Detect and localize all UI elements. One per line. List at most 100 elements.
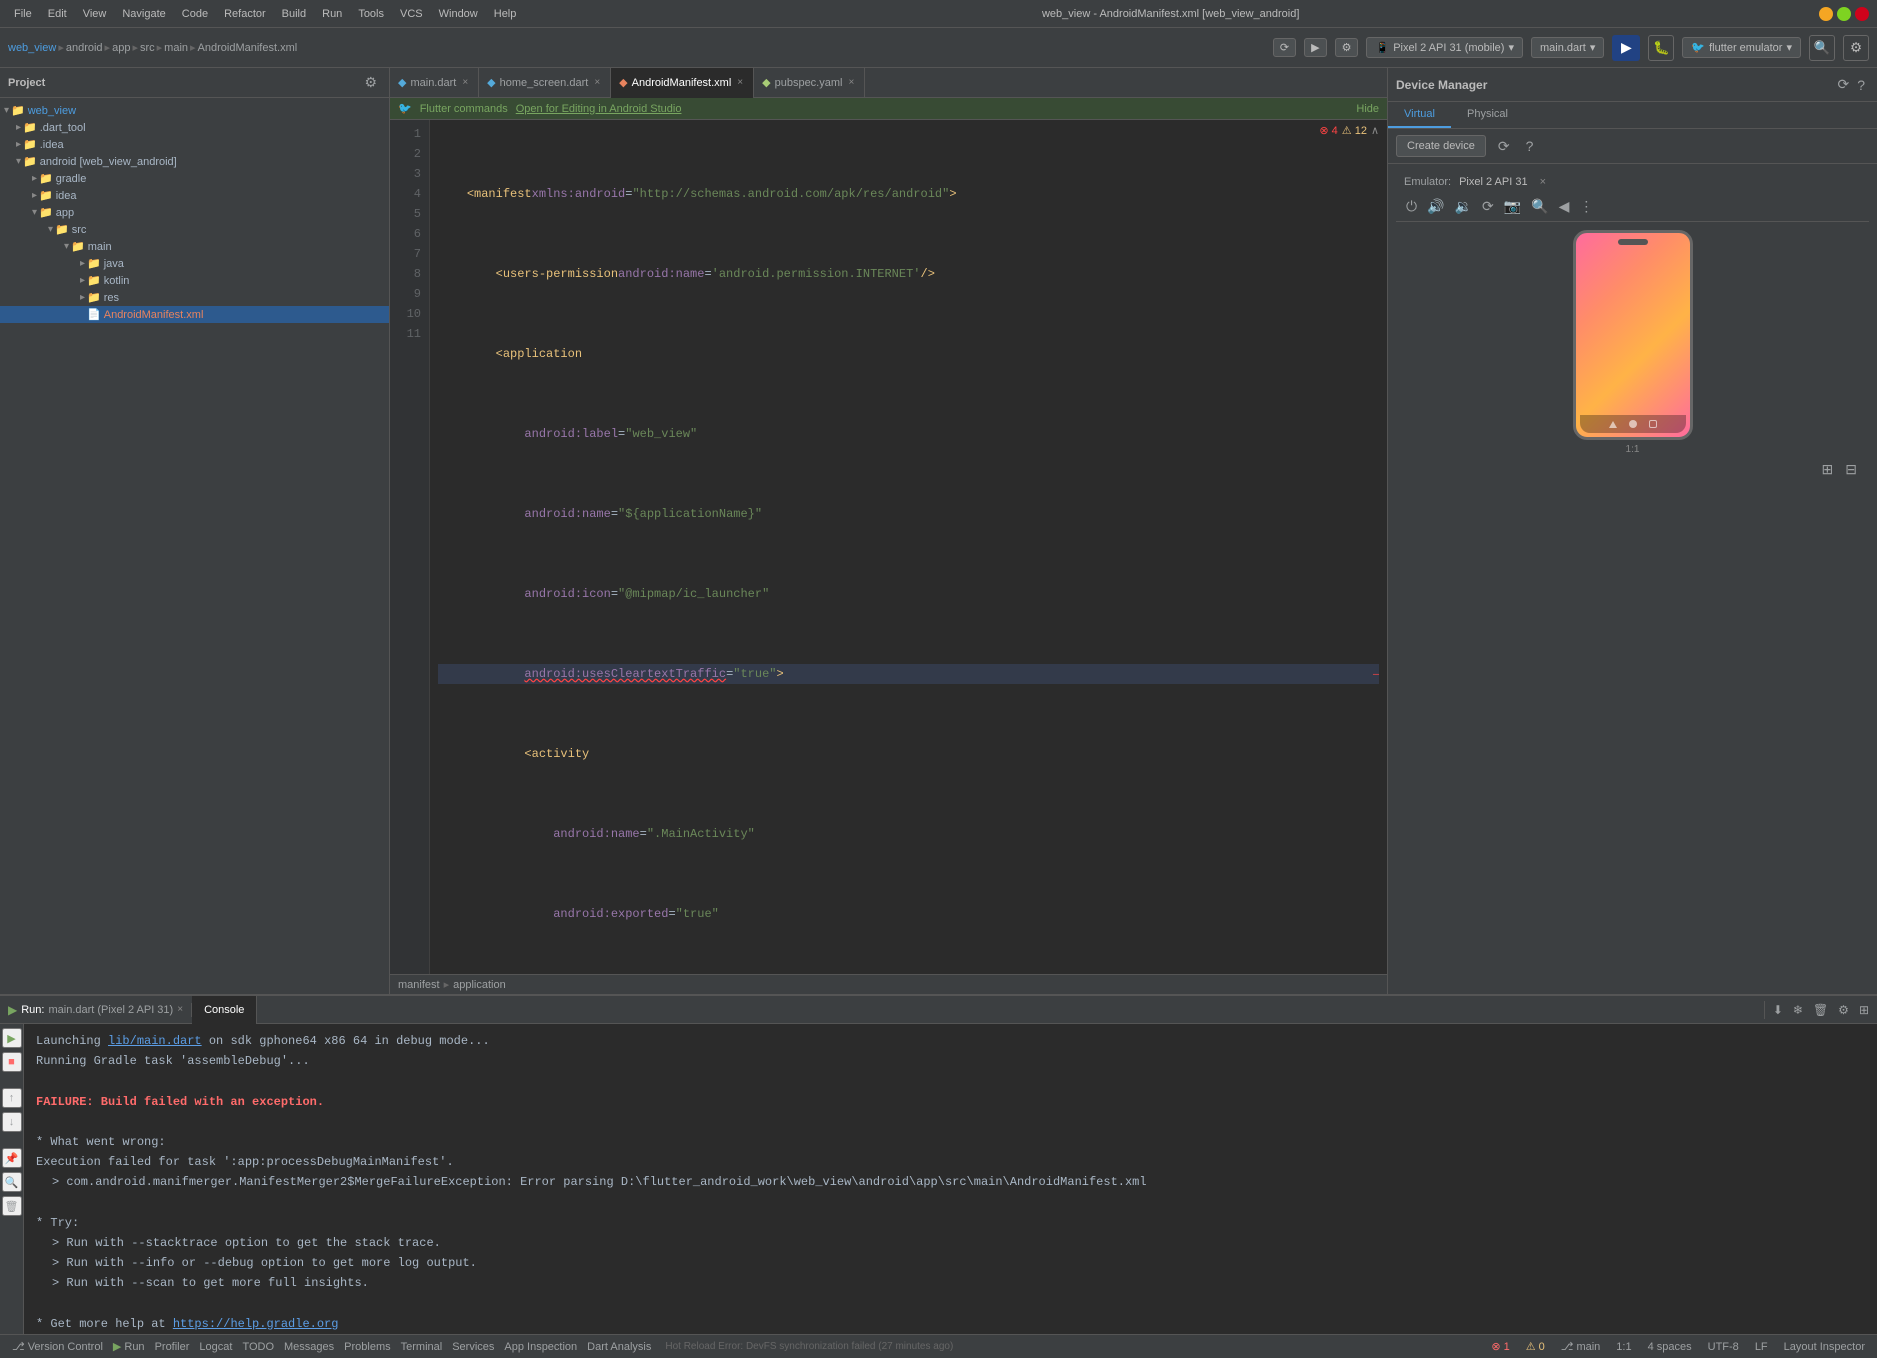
tab-pubspec[interactable]: ◆ pubspec.yaml ×	[754, 68, 865, 98]
expand-errors-button[interactable]: ∧	[1371, 124, 1379, 137]
breadcrumb-android[interactable]: android	[66, 42, 103, 54]
search-everywhere-button[interactable]: 🔍	[1809, 35, 1835, 61]
minimize-button[interactable]	[1819, 7, 1833, 21]
breadcrumb-file[interactable]: AndroidManifest.xml	[198, 42, 298, 54]
run-config-selector[interactable]: main.dart ▾	[1531, 37, 1604, 58]
maximize-button[interactable]	[1837, 7, 1851, 21]
shrink-emulator-button[interactable]: ⊟	[1841, 459, 1861, 480]
dart-analysis-status[interactable]: Dart Analysis	[583, 1341, 655, 1353]
menu-navigate[interactable]: Navigate	[116, 6, 171, 22]
tree-item-app[interactable]: ▾ 📁 app	[0, 204, 389, 221]
settings-gear-button[interactable]: ⚙	[1843, 35, 1869, 61]
breadcrumb-src[interactable]: src	[140, 42, 155, 54]
pin-button[interactable]: 📌	[2, 1148, 22, 1168]
screenshot-button[interactable]: 📷	[1502, 196, 1523, 217]
emulator-close-button[interactable]: ×	[1540, 176, 1546, 188]
device-refresh-button[interactable]: ⟳	[1494, 136, 1514, 157]
sidebar-gear-button[interactable]: ⚙	[360, 72, 381, 93]
tab-main-dart[interactable]: ◆ main.dart ×	[390, 68, 479, 98]
gradle-help-link[interactable]: https://help.gradle.org	[173, 1317, 339, 1331]
restart-app-button[interactable]: ▶	[2, 1028, 22, 1048]
breadcrumb-main[interactable]: main	[164, 42, 188, 54]
warning-count-status[interactable]: ⚠ 0	[1522, 1340, 1549, 1353]
breadcrumb-manifest[interactable]: manifest	[398, 979, 440, 991]
back-button[interactable]: ◀	[1557, 196, 1572, 217]
tree-item-src[interactable]: ▾ 📁 src	[0, 221, 389, 238]
line-col-status[interactable]: 1:1	[1612, 1340, 1635, 1353]
filter-button[interactable]: 🔍	[2, 1172, 22, 1192]
flutter-emulator-selector[interactable]: 🐦 flutter emulator ▾	[1682, 37, 1801, 58]
terminal-status[interactable]: Terminal	[397, 1341, 447, 1353]
messages-status[interactable]: Messages	[280, 1341, 338, 1353]
git-branch-status[interactable]: ⎇ main	[1557, 1340, 1605, 1353]
more-button[interactable]: ⋮	[1577, 196, 1595, 217]
menu-run[interactable]: Run	[316, 6, 348, 22]
run-button[interactable]: ▶	[1612, 35, 1640, 61]
menu-code[interactable]: Code	[176, 6, 214, 22]
stop-app-button[interactable]: ■	[2, 1052, 22, 1072]
tab-close-button[interactable]: ×	[735, 77, 745, 88]
services-status[interactable]: Services	[448, 1341, 498, 1353]
todo-status[interactable]: TODO	[238, 1341, 278, 1353]
rotate-button[interactable]: ⟳	[1480, 196, 1496, 217]
tree-item-dart-tool[interactable]: ▸ 📁 .dart_tool	[0, 119, 389, 136]
volume-up-button[interactable]: 🔊	[1425, 196, 1446, 217]
tree-item-java[interactable]: ▸ 📁 java	[0, 255, 389, 272]
menu-bar[interactable]: File Edit View Navigate Code Refactor Bu…	[8, 6, 522, 22]
menu-view[interactable]: View	[77, 6, 113, 22]
refresh-devices-button[interactable]: ⟳	[1833, 74, 1853, 95]
problems-status[interactable]: Problems	[340, 1341, 394, 1353]
tab-console[interactable]: Console	[192, 996, 257, 1024]
main-dart-link[interactable]: lib/main.dart	[108, 1034, 202, 1048]
power-button[interactable]: ⏻	[1404, 196, 1419, 217]
settings-button[interactable]: ⚙	[1335, 38, 1359, 57]
close-button[interactable]	[1855, 7, 1869, 21]
tree-item-main[interactable]: ▾ 📁 main	[0, 238, 389, 255]
layout-button[interactable]: ⊞	[1855, 1001, 1873, 1019]
tree-item-idea[interactable]: ▸ 📁 idea	[0, 187, 389, 204]
layout-inspector-status[interactable]: Layout Inspector	[1780, 1340, 1869, 1353]
logcat-status[interactable]: Logcat	[195, 1341, 236, 1353]
hide-flutter-btn[interactable]: Hide	[1356, 103, 1379, 115]
freeze-button[interactable]: ❄	[1789, 1001, 1807, 1019]
device-selector[interactable]: 📱 Pixel 2 API 31 (mobile) ▾	[1366, 37, 1523, 58]
run-status[interactable]: ▶ Run	[109, 1340, 149, 1353]
code-editor[interactable]: ⊗ 4 ⚠ 12 ∧ 1 2 3 4 5 6 7 8 9 10 11	[390, 120, 1387, 974]
clear-console-button[interactable]: 🗑	[1809, 1001, 1832, 1019]
tab-virtual[interactable]: Virtual	[1388, 102, 1451, 128]
tab-close-button[interactable]: ×	[846, 77, 856, 88]
menu-tools[interactable]: Tools	[352, 6, 390, 22]
device-help-button[interactable]: ?	[1522, 136, 1538, 156]
zoom-button[interactable]: 🔍	[1529, 196, 1550, 217]
tab-close-button[interactable]: ×	[460, 77, 470, 88]
tree-item-web-view[interactable]: ▾ 📁 web_view	[0, 102, 389, 119]
menu-vcs[interactable]: VCS	[394, 6, 429, 22]
tree-item-gradle[interactable]: ▸ 📁 gradle	[0, 170, 389, 187]
up-button[interactable]: ↑	[2, 1088, 22, 1108]
trash-button[interactable]: 🗑	[2, 1196, 22, 1216]
down-button[interactable]: ↓	[2, 1112, 22, 1132]
menu-refactor[interactable]: Refactor	[218, 6, 272, 22]
menu-file[interactable]: File	[8, 6, 38, 22]
tree-item-androidmanifest[interactable]: ▸ 📄 AndroidManifest.xml	[0, 306, 389, 323]
tree-item-res[interactable]: ▸ 📁 res	[0, 289, 389, 306]
tab-home-screen[interactable]: ◆ home_screen.dart ×	[479, 68, 611, 98]
breadcrumb-web-view[interactable]: web_view	[8, 42, 56, 54]
menu-edit[interactable]: Edit	[42, 6, 73, 22]
help-devices-button[interactable]: ?	[1853, 75, 1869, 95]
menu-window[interactable]: Window	[433, 6, 484, 22]
run-tab-label[interactable]: Run:	[21, 1004, 44, 1016]
breadcrumb-application[interactable]: application	[453, 979, 506, 991]
tab-close-button[interactable]: ×	[592, 77, 602, 88]
version-control-status[interactable]: ⎇ Version Control	[8, 1340, 107, 1353]
line-ending-status[interactable]: LF	[1751, 1340, 1772, 1353]
encoding-status[interactable]: UTF-8	[1704, 1340, 1743, 1353]
tree-item-android[interactable]: ▾ 📁 android [web_view_android]	[0, 153, 389, 170]
scroll-to-end-button[interactable]: ⬇	[1769, 1001, 1787, 1019]
run-config-close[interactable]: ×	[177, 1004, 183, 1015]
settings-console-button[interactable]: ⚙	[1834, 1001, 1853, 1019]
indent-status[interactable]: 4 spaces	[1644, 1340, 1696, 1353]
breadcrumb-app[interactable]: app	[112, 42, 130, 54]
sync-button[interactable]: ⟳	[1273, 38, 1296, 57]
tree-item-idea[interactable]: ▸ 📁 .idea	[0, 136, 389, 153]
